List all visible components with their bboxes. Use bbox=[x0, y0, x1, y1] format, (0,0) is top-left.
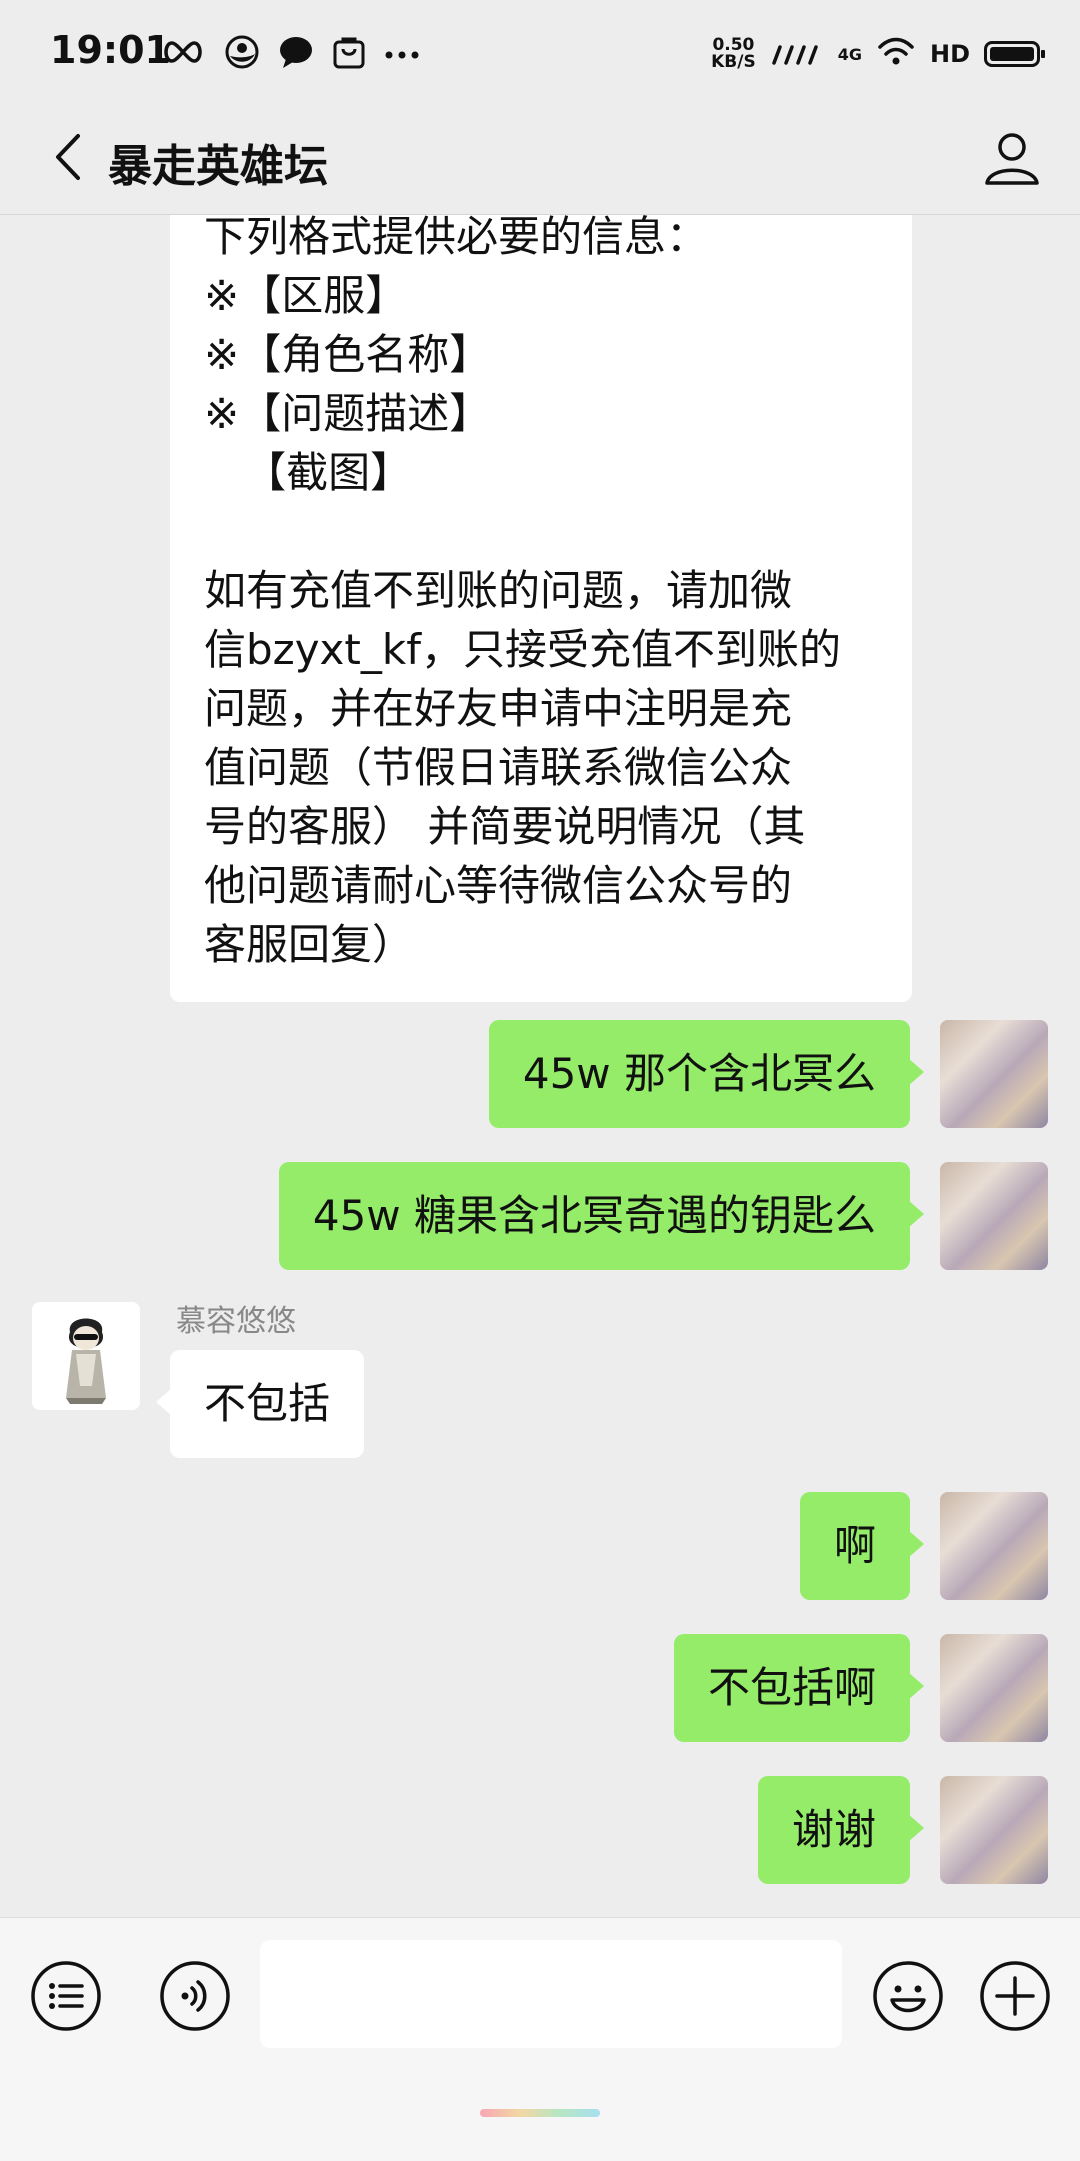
yin-yang-icon bbox=[224, 34, 260, 74]
network-type-label: 4G bbox=[837, 44, 862, 64]
chat-title: 暴走英雄坛 bbox=[108, 141, 328, 192]
message-line: ※【区服】 bbox=[204, 271, 408, 320]
back-button[interactable] bbox=[34, 122, 104, 192]
wifi-icon bbox=[876, 37, 916, 71]
message-bubble-sent[interactable]: 不包括啊 bbox=[673, 1634, 925, 1742]
sender-avatar[interactable] bbox=[32, 1302, 140, 1410]
chat-header: 暴走英雄坛 bbox=[0, 108, 1080, 215]
signal-icon bbox=[770, 37, 824, 71]
home-indicator[interactable] bbox=[480, 2109, 600, 2117]
more-dots-icon bbox=[384, 45, 420, 64]
message-line: 问题，并在好友申请中注明是充 bbox=[204, 684, 793, 733]
message-input[interactable] bbox=[260, 1940, 842, 2048]
plus-icon bbox=[980, 1961, 1050, 2031]
hd-icon: HD bbox=[929, 40, 970, 68]
sender-name: 慕容悠悠 bbox=[176, 1304, 296, 1339]
shopping-bag-icon bbox=[332, 34, 366, 74]
more-functions-button[interactable] bbox=[977, 1958, 1053, 2034]
infinity-icon bbox=[160, 39, 206, 69]
status-left-icons bbox=[160, 30, 420, 78]
message-bubble-long[interactable]: 下列格式提供必要的信息： ※【区服】 ※【角色名称】 ※【问题描述】 【截图】 … bbox=[170, 215, 912, 1002]
message-line: ※【问题描述】 bbox=[204, 389, 492, 438]
message-line: 信bzyxt_kf，只接受充值不到账的 bbox=[204, 625, 841, 674]
message-line: 【截图】 bbox=[204, 448, 413, 497]
battery-icon bbox=[984, 41, 1045, 67]
emoji-icon bbox=[873, 1961, 943, 2031]
message-line: 下列格式提供必要的信息： bbox=[204, 215, 709, 261]
my-avatar[interactable] bbox=[940, 1162, 1048, 1270]
voice-button[interactable] bbox=[157, 1958, 233, 2034]
person-icon bbox=[985, 133, 1039, 185]
chat-bubble-icon bbox=[278, 35, 314, 73]
message-line: 值问题（节假日请联系微信公众 bbox=[204, 743, 793, 792]
chat-info-button[interactable] bbox=[974, 120, 1050, 196]
menu-button[interactable] bbox=[28, 1958, 104, 2034]
message-bubble-sent[interactable]: 谢谢 bbox=[757, 1776, 925, 1884]
status-right-icons: 0.50 KB/S 4G HD bbox=[711, 34, 1045, 74]
message-bubble-received[interactable]: 不包括 bbox=[155, 1350, 365, 1458]
message-bubble-sent[interactable]: 啊 bbox=[799, 1492, 925, 1600]
message-bubble-sent[interactable]: 45w 糖果含北冥奇遇的钥匙么 bbox=[278, 1162, 925, 1270]
my-avatar[interactable] bbox=[940, 1634, 1048, 1742]
my-avatar[interactable] bbox=[940, 1020, 1048, 1128]
chevron-left-icon bbox=[56, 134, 80, 180]
menu-list-icon bbox=[31, 1961, 101, 2031]
voice-icon bbox=[160, 1961, 230, 2031]
status-bar: 19:01 0.50 KB/S 4G HD bbox=[0, 0, 1080, 108]
cartoon-character-icon bbox=[32, 1302, 140, 1410]
message-line: 他问题请耐心等待微信公众号的 bbox=[204, 861, 793, 910]
message-line: 客服回复） bbox=[204, 920, 415, 969]
status-time: 19:01 bbox=[50, 28, 171, 72]
message-line: ※【角色名称】 bbox=[204, 330, 492, 379]
message-list[interactable]: 下列格式提供必要的信息： ※【区服】 ※【角色名称】 ※【问题描述】 【截图】 … bbox=[0, 215, 1080, 1917]
emoji-button[interactable] bbox=[870, 1958, 946, 2034]
message-line: 号的客服） 并简要说明情况（其 bbox=[204, 802, 806, 851]
message-line: 如有充值不到账的问题，请加微 bbox=[204, 566, 793, 615]
my-avatar[interactable] bbox=[940, 1776, 1048, 1884]
net-speed: 0.50 KB/S bbox=[711, 35, 756, 72]
input-bar bbox=[0, 1917, 1080, 2161]
message-bubble-sent[interactable]: 45w 那个含北冥么 bbox=[488, 1020, 925, 1128]
my-avatar[interactable] bbox=[940, 1492, 1048, 1600]
